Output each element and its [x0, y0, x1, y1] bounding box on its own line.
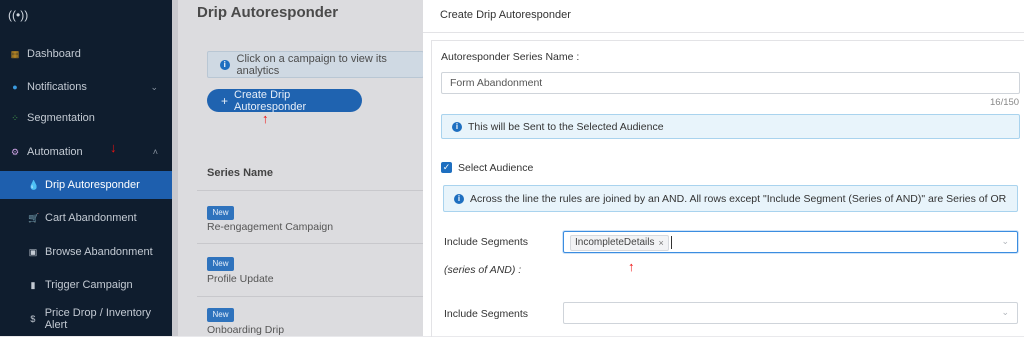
sidebar-item-browse-abandonment[interactable]: ▣ Browse Abandonment: [0, 238, 172, 266]
broadcast-logo-icon[interactable]: ((•)): [8, 8, 28, 26]
series-name-label: Autoresponder Series Name :: [441, 51, 580, 63]
annotation-arrow-up: ↑: [628, 259, 635, 274]
cart-icon: 🛒: [28, 213, 40, 223]
info-icon: i: [454, 193, 464, 204]
plus-icon: +: [221, 93, 229, 108]
info-icon: i: [452, 121, 462, 132]
create-drip-label: Create Drip Autoresponder: [234, 88, 307, 113]
sidebar-item-label: Dashboard: [27, 48, 81, 60]
include-segments-label-2: Include Segments: [444, 308, 529, 320]
new-badge: New: [207, 257, 234, 271]
panel-header: Create Drip Autoresponder: [423, 0, 1024, 33]
browse-icon: ▣: [28, 247, 38, 257]
automation-icon: ⚙: [10, 147, 20, 157]
sidebar-item-label: Cart Abandonment: [45, 212, 137, 224]
info-icon: i: [220, 59, 230, 70]
sidebar-item-label: Notifications: [27, 81, 87, 93]
chevron-down-icon: ⌄: [150, 81, 158, 92]
sidebar-item-label: Drip Autoresponder: [45, 179, 140, 191]
sidebar-item-label: Price Drop / Inventory Alert: [44, 307, 152, 331]
sidebar-item-trigger-campaign[interactable]: ▮ Trigger Campaign: [0, 271, 172, 299]
include-segments-select-2[interactable]: ⌄: [563, 302, 1018, 324]
row-divider: [197, 296, 423, 297]
include-segments-select[interactable]: IncompleteDetails × ⌄: [563, 231, 1018, 253]
table-row-name[interactable]: Onboarding Drip: [207, 324, 284, 336]
sidebar-item-segmentation[interactable]: ⁘ Segmentation: [0, 104, 172, 132]
sidebar-item-price-drop[interactable]: $ Price Drop / Inventory Alert: [0, 305, 172, 333]
trigger-icon: ▮: [30, 280, 36, 290]
segment-tag-label: IncompleteDetails: [575, 237, 655, 248]
sidebar-item-notifications[interactable]: ● Notifications ⌄: [0, 73, 172, 101]
chevron-up-icon: ˄: [152, 147, 158, 157]
row-divider: [197, 190, 423, 191]
page-title: Drip Autoresponder: [197, 4, 339, 21]
annotation-arrow-down: ↓: [110, 140, 117, 155]
new-badge: New: [207, 206, 234, 220]
create-drip-button[interactable]: + Create Drip Autoresponder: [207, 88, 362, 113]
column-header-series-name: Series Name: [207, 167, 274, 179]
panel-title: Create Drip Autoresponder: [440, 9, 571, 21]
sidebar-item-dashboard[interactable]: ▦ Dashboard: [0, 40, 172, 68]
audience-alert-text: This will be Sent to the Selected Audien…: [468, 120, 664, 133]
sidebar-item-drip-autoresponder[interactable]: 💧 Drip Autoresponder: [0, 171, 172, 199]
table-row-name[interactable]: Re-engagement Campaign: [207, 221, 333, 233]
new-badge: New: [207, 308, 234, 322]
chevron-down-icon: ⌄: [1001, 236, 1009, 246]
char-counter: 16/150: [990, 97, 1020, 108]
select-audience-label: Select Audience: [458, 162, 534, 174]
info-text: Click on a campaign to view its analytic…: [236, 52, 387, 77]
select-audience-checkbox[interactable]: ✓: [441, 162, 452, 173]
segment-tag[interactable]: IncompleteDetails ×: [570, 235, 669, 251]
drip-icon: 💧: [28, 180, 40, 190]
sidebar-item-label: Browse Abandonment: [45, 246, 153, 258]
annotation-arrow-up: ↑: [262, 111, 269, 126]
analytics-info-bar: i Click on a campaign to view its analyt…: [207, 51, 424, 78]
row-divider: [197, 243, 423, 244]
series-of-and-label: (series of AND) :: [444, 264, 522, 276]
include-segments-label: Include Segments: [444, 236, 529, 248]
bell-icon: ●: [12, 82, 18, 92]
sidebar-item-label: Segmentation: [27, 112, 95, 124]
text-caret: [671, 236, 672, 249]
close-icon[interactable]: ×: [658, 236, 663, 250]
chevron-down-icon: ⌄: [1001, 307, 1009, 317]
price-tag-icon: $: [30, 314, 36, 324]
dashboard-icon: ▦: [10, 49, 20, 59]
table-row-name[interactable]: Profile Update: [207, 273, 274, 285]
sidebar-item-automation[interactable]: ⚙ Automation ˄: [0, 138, 172, 166]
sidebar-item-label: Trigger Campaign: [45, 279, 133, 291]
rules-alert-text: Across the line the rules are joined by …: [470, 192, 1007, 205]
series-name-input[interactable]: Form Abandonment: [441, 72, 1020, 94]
rules-alert: i Across the line the rules are joined b…: [443, 185, 1018, 212]
audience-alert: i This will be Sent to the Selected Audi…: [441, 114, 1020, 139]
sidebar-item-cart-abandonment[interactable]: 🛒 Cart Abandonment: [0, 204, 172, 232]
sidebar: ((•)) ▦ Dashboard ● Notifications ⌄ ⁘ Se…: [0, 0, 172, 336]
segmentation-icon: ⁘: [11, 113, 19, 123]
sidebar-item-label: Automation: [27, 146, 83, 158]
